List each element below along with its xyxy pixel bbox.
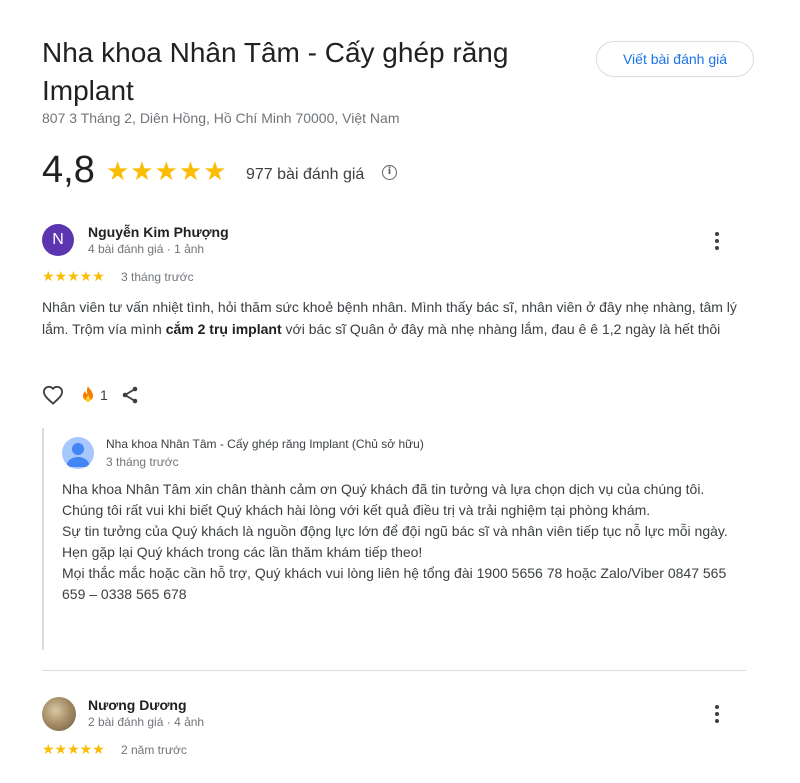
- write-review-button[interactable]: Viết bài đánh giá: [596, 41, 754, 77]
- reviewer-name[interactable]: Nương Dương: [88, 697, 187, 713]
- review-stars: ★★★★★: [42, 741, 105, 757]
- reaction-count: 1: [100, 387, 108, 403]
- reviewer-meta: 4 bài đánh giá · 1 ảnh: [88, 242, 205, 256]
- review-text: Nhân viên tư vấn nhiệt tình, hỏi thăm sứ…: [42, 296, 752, 340]
- review-time: 2 năm trước: [121, 743, 187, 757]
- reviewer-name[interactable]: Nguyễn Kim Phượng: [88, 224, 229, 240]
- review-count: 977 bài đánh giá: [246, 166, 365, 183]
- owner-reply-paragraph: Hẹn gặp lại Quý khách trong các lần thăm…: [62, 544, 423, 560]
- share-button[interactable]: [120, 385, 140, 405]
- owner-reply-paragraph: Mọi thắc mắc hoặc cần hỗ trợ, Quý khách …: [62, 565, 727, 602]
- owner-reply-paragraph: Sự tin tưởng của Quý khách là nguồn động…: [62, 523, 728, 539]
- owner-reply-text: Nha khoa Nhân Tâm xin chân thành cảm ơn …: [62, 479, 742, 605]
- fire-icon: [83, 386, 93, 402]
- review-time: 3 tháng trước: [121, 270, 194, 284]
- owner-reply-paragraph: Chúng tôi rất vui khi biết Quý khách hài…: [62, 502, 651, 518]
- place-title: Nha khoa Nhân Tâm - Cấy ghép răng Implan…: [42, 37, 509, 106]
- reaction-button[interactable]: 1: [80, 385, 108, 405]
- avatar[interactable]: [42, 697, 76, 731]
- reviewer-meta: 2 bài đánh giá · 4 ảnh: [88, 715, 205, 729]
- share-icon: [122, 386, 138, 404]
- average-rating: 4,8: [42, 149, 95, 191]
- heart-icon: [42, 385, 64, 405]
- owner-avatar: [62, 437, 94, 469]
- info-icon[interactable]: i: [382, 165, 397, 180]
- review-text-bold: cắm 2 trụ implant: [165, 321, 282, 337]
- reply-divider: [42, 428, 44, 650]
- review-actions: 1: [42, 383, 140, 407]
- owner-name: Nha khoa Nhân Tâm - Cấy ghép răng Implan…: [106, 437, 424, 451]
- place-address: 807 3 Tháng 2, Diên Hồng, Hồ Chí Minh 70…: [42, 110, 400, 126]
- review-divider: [42, 670, 746, 671]
- avatar[interactable]: N: [42, 224, 74, 256]
- average-rating-stars: ★★★★★: [106, 156, 228, 186]
- owner-reply-time: 3 tháng trước: [106, 455, 179, 469]
- owner-reply-paragraph: Nha khoa Nhân Tâm xin chân thành cảm ơn …: [62, 481, 705, 497]
- review-stars: ★★★★★: [42, 268, 105, 284]
- review-text-part: với bác sĩ Quân ở đây mà nhẹ nhàng lắm, …: [281, 321, 721, 337]
- like-button[interactable]: [42, 385, 64, 405]
- more-options-icon[interactable]: [705, 702, 729, 726]
- more-options-icon[interactable]: [705, 229, 729, 253]
- person-icon: [66, 443, 90, 467]
